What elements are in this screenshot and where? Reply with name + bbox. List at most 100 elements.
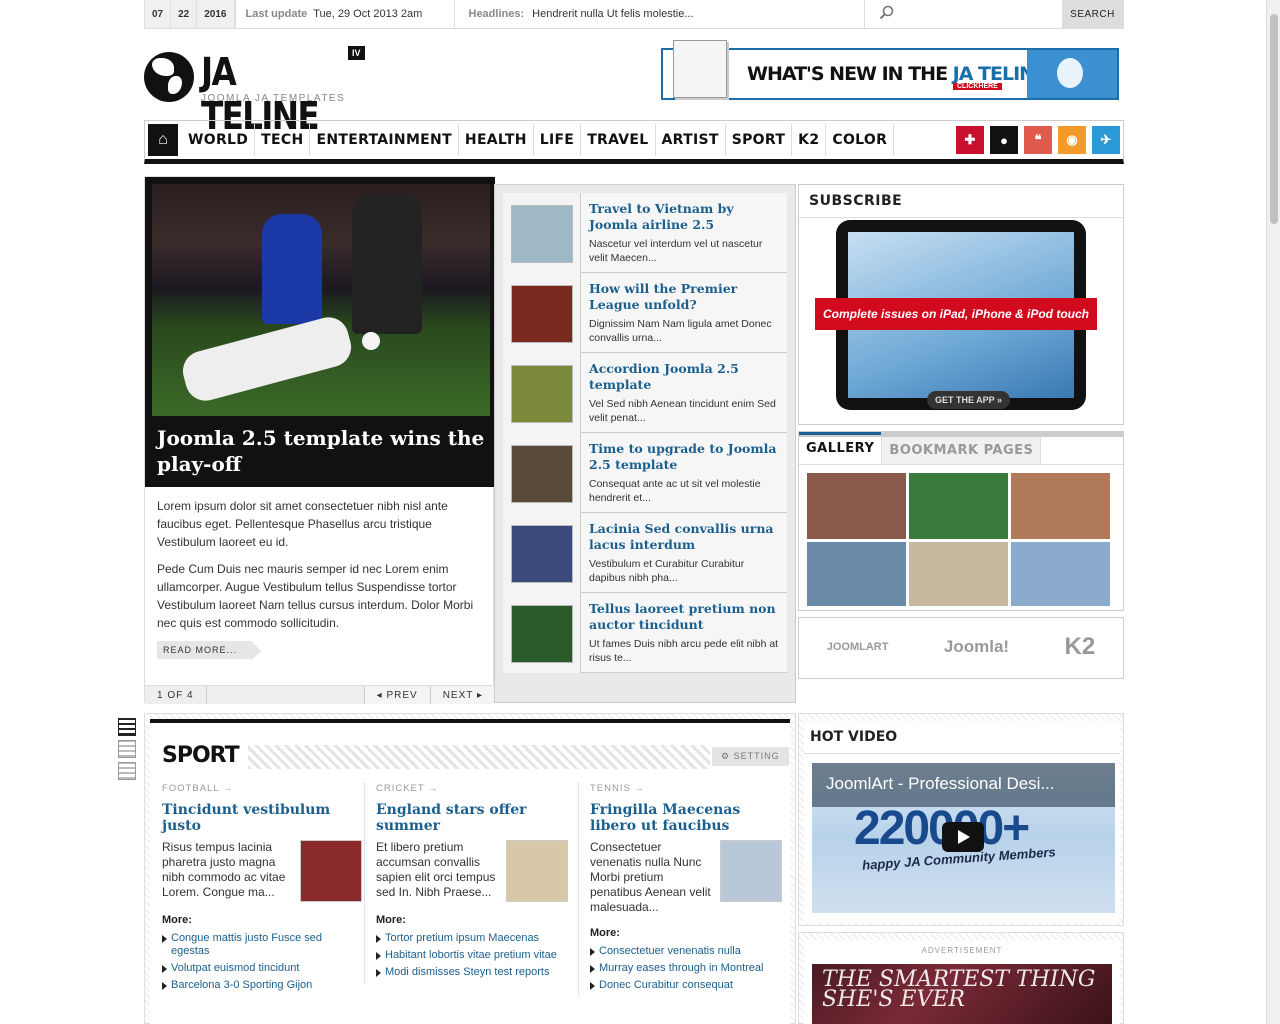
- article-thumb-image: [511, 525, 573, 583]
- gallery-thumb[interactable]: [1011, 542, 1110, 606]
- home-icon[interactable]: ⌂: [148, 124, 178, 156]
- last-update: Last update Tue, 29 Oct 2013 2am: [236, 0, 455, 28]
- date-month: 07: [145, 0, 172, 28]
- article-thumb[interactable]: [503, 513, 581, 593]
- more-link[interactable]: Consectetuer venenatis nulla: [590, 945, 782, 958]
- search-box[interactable]: [865, 0, 1063, 28]
- featured-header: Joomla 2.5 template wins the play-off: [145, 177, 495, 487]
- nav-item-tech[interactable]: TECH: [255, 124, 311, 156]
- brands-panel: JOOMLART Joomla! K2: [798, 617, 1124, 679]
- ad-image[interactable]: THE SMARTEST THING SHE'S EVER: [812, 964, 1112, 1024]
- category-label: CRICKET: [376, 783, 425, 794]
- nav-item-artist[interactable]: ARTIST: [656, 124, 726, 156]
- sport-title: SPORT: [162, 743, 240, 768]
- more-link[interactable]: Murray eases through in Montreal: [590, 962, 782, 975]
- more-link[interactable]: Modi dismisses Steyn test reports: [376, 966, 568, 979]
- sport-article-image[interactable]: [720, 840, 782, 902]
- grid-view-icon[interactable]: [118, 718, 136, 736]
- list-item: Time to upgrade to Joomla 2.5 template Co…: [503, 433, 787, 513]
- site-logo[interactable]: JA TELINE IV JOOMLA JA TEMPLATES: [144, 46, 374, 138]
- article-thumb[interactable]: [503, 593, 581, 673]
- joomla-logo[interactable]: Joomla!: [944, 637, 1009, 657]
- nav-item-k2[interactable]: K2: [792, 124, 827, 156]
- next-button[interactable]: NEXT ▸: [429, 686, 495, 704]
- article-thumb[interactable]: [503, 433, 581, 513]
- list-view-icon[interactable]: [118, 740, 136, 758]
- article-title[interactable]: Time to upgrade to Joomla 2.5 template: [589, 441, 779, 473]
- read-more-button[interactable]: READ MORE...: [157, 641, 262, 661]
- headline-link[interactable]: Hendrerit nulla Ut felis molestie...: [532, 8, 693, 20]
- sport-article-title[interactable]: Fringilla Maecenas libero ut faucibus: [590, 802, 782, 834]
- quote-icon[interactable]: ❝: [1024, 126, 1052, 154]
- ball-shape: [362, 332, 380, 350]
- header-banner-ad[interactable]: WHAT'S NEW IN THE JA TELINE IV? CLICKHER…: [661, 40, 1119, 100]
- article-title[interactable]: Travel to Vietnam by Joomla airline 2.5: [589, 201, 779, 233]
- sport-section: SPORT ⚙ SETTING FOOTBALL → Tincidunt vest…: [144, 713, 796, 1024]
- scrollbar[interactable]: [1266, 0, 1280, 1024]
- sport-column: TENNIS → Fringilla Maecenas libero ut fau…: [578, 783, 782, 996]
- featured-image[interactable]: [152, 184, 490, 416]
- arrow-right-icon: →: [222, 783, 234, 794]
- article-thumb-image: [511, 445, 573, 503]
- article-title[interactable]: Accordion Joomla 2.5 template: [589, 361, 779, 393]
- get-app-button[interactable]: GET THE APP »: [927, 391, 1011, 409]
- nav-item-travel[interactable]: TRAVEL: [581, 124, 656, 156]
- sport-inner: SPORT ⚙ SETTING FOOTBALL → Tincidunt vest…: [150, 719, 790, 1024]
- banner-text-a: WHAT'S NEW IN THE: [747, 63, 953, 85]
- sport-article-title[interactable]: Tincidunt vestibulum justo: [162, 802, 362, 834]
- pager-spacer: [207, 686, 364, 704]
- gallery-thumb[interactable]: [909, 542, 1008, 606]
- more-link[interactable]: Donec Curabitur consequat: [590, 979, 782, 992]
- article-thumb[interactable]: [503, 273, 581, 353]
- sport-article-title[interactable]: England stars offer summer: [376, 802, 568, 834]
- nav-item-health[interactable]: HEALTH: [459, 124, 534, 156]
- article-thumb[interactable]: [503, 193, 581, 273]
- tab-gallery[interactable]: GALLERY: [799, 432, 882, 464]
- gallery-thumb[interactable]: [1011, 473, 1110, 539]
- more-link[interactable]: Barcelona 3-0 Sporting Gijon: [162, 979, 362, 992]
- user-icon[interactable]: ●: [990, 126, 1018, 154]
- setting-button[interactable]: ⚙ SETTING: [712, 747, 789, 766]
- gallery-thumb[interactable]: [807, 542, 906, 606]
- joomlart-logo[interactable]: JOOMLART: [827, 641, 889, 653]
- nav-item-sport[interactable]: SPORT: [726, 124, 793, 156]
- category-link[interactable]: FOOTBALL →: [162, 783, 362, 794]
- rss-icon[interactable]: ◉: [1058, 126, 1086, 154]
- nav-item-color[interactable]: COLOR: [826, 124, 895, 156]
- nav-item-entertainment[interactable]: ENTERTAINMENT: [310, 124, 459, 156]
- nav-item-world[interactable]: WORLD: [182, 124, 256, 156]
- sport-article-image[interactable]: [506, 840, 568, 902]
- search-button[interactable]: SEARCH: [1062, 0, 1123, 28]
- article-title[interactable]: Lacinia Sed convallis urna lacus interdu…: [589, 521, 779, 553]
- article-thumb-image: [511, 605, 573, 663]
- uk-flag-icon[interactable]: ✚: [956, 126, 984, 154]
- more-link[interactable]: Volutpat euismod tincidunt: [162, 962, 362, 975]
- sport-article-image[interactable]: [300, 840, 362, 902]
- twitter-icon[interactable]: ✈: [1092, 126, 1120, 154]
- gallery-thumb[interactable]: [909, 473, 1008, 539]
- category-link[interactable]: TENNIS →: [590, 783, 782, 794]
- table-view-icon[interactable]: [118, 762, 136, 780]
- ad-inner: ADVERTISEMENT THE SMARTEST THING SHE'S E…: [804, 940, 1120, 1024]
- article-thumb[interactable]: [503, 353, 581, 433]
- article-title[interactable]: Tellus laoreet pretium non auctor tincid…: [589, 601, 779, 633]
- sport-article-body: Risus tempus lacinia pharetra justo magn…: [162, 840, 362, 902]
- article-title[interactable]: How will the Premier League unfold?: [589, 281, 779, 313]
- more-link[interactable]: Congue mattis justo Fusce sed egestas: [162, 932, 362, 958]
- play-icon[interactable]: [942, 822, 984, 852]
- k2-logo[interactable]: K2: [1065, 633, 1096, 661]
- more-link[interactable]: Tortor pretium ipsum Maecenas: [376, 932, 568, 945]
- goalkeeper-figure: [352, 194, 422, 334]
- sport-column: CRICKET → England stars offer summer Et li…: [364, 783, 568, 983]
- gallery-thumb[interactable]: [807, 473, 906, 539]
- video-player[interactable]: JoomlArt - Professional Desi... 220000+ …: [812, 763, 1115, 913]
- prev-button[interactable]: ◂ PREV: [363, 686, 430, 704]
- featured-title[interactable]: Joomla 2.5 template wins the play-off: [157, 425, 487, 477]
- nav-item-life[interactable]: LIFE: [534, 124, 582, 156]
- scrollbar-thumb[interactable]: [1270, 14, 1278, 224]
- more-link[interactable]: Habitant lobortis vitae pretium vitae: [376, 949, 568, 962]
- globe-icon: [144, 52, 194, 102]
- category-link[interactable]: CRICKET →: [376, 783, 568, 794]
- banner-click-here[interactable]: CLICKHERE: [953, 83, 1002, 90]
- tab-bookmark-pages[interactable]: BOOKMARK PAGES: [881, 437, 1042, 464]
